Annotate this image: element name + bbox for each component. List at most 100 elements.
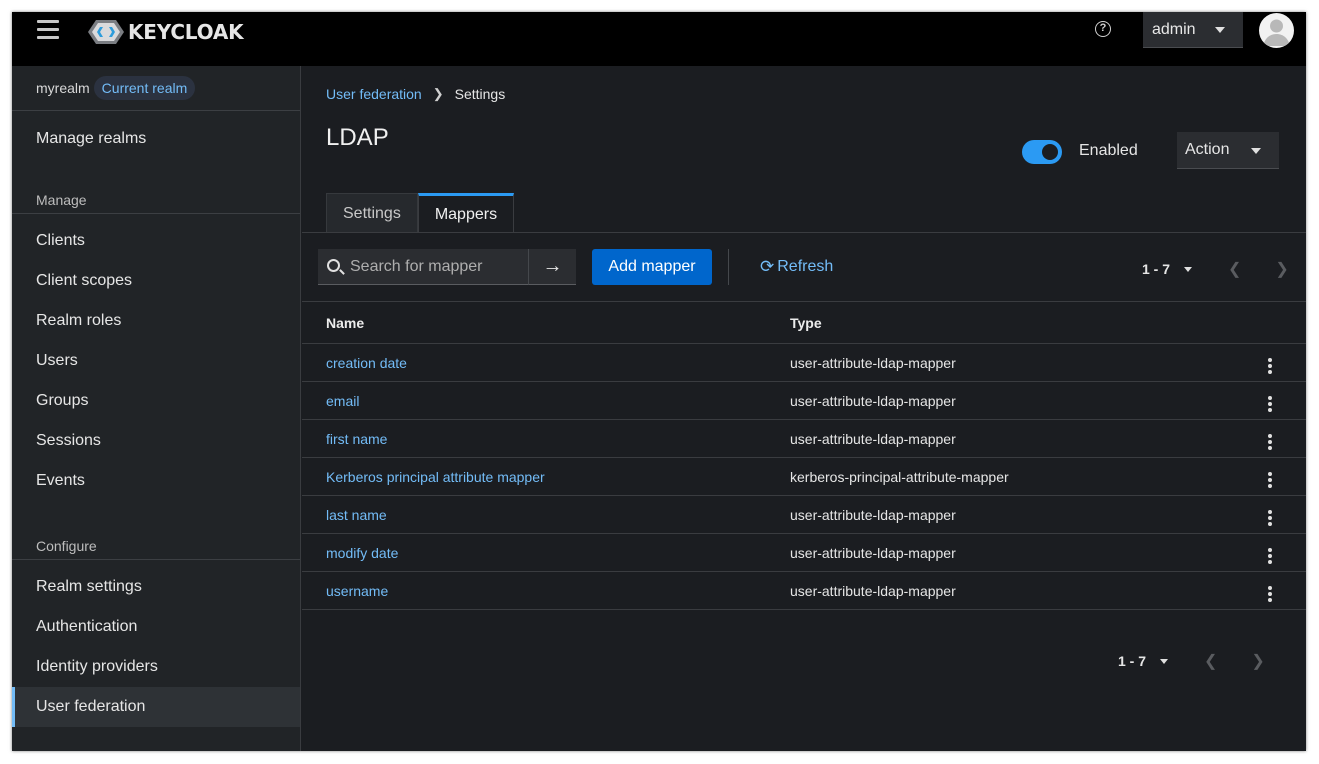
pagination-count[interactable]: 1 - 7	[1142, 261, 1170, 277]
arrow-right-icon: →	[542, 255, 563, 277]
table-row: creation date user-attribute-ldap-mapper	[302, 343, 1306, 382]
sidebar-item-realm-settings[interactable]: Realm settings	[12, 567, 300, 607]
refresh-button[interactable]: ⟳ Refresh	[760, 257, 833, 277]
avatar[interactable]	[1259, 13, 1294, 48]
row-actions-cell	[1220, 419, 1306, 458]
column-header-type[interactable]: Type	[790, 301, 1220, 344]
search-submit-button[interactable]: →	[528, 249, 576, 285]
toggle-knob	[1042, 144, 1058, 160]
kebab-icon[interactable]	[1265, 584, 1275, 604]
chevron-down-icon	[1251, 148, 1261, 154]
tab-bar: Settings Mappers	[326, 193, 515, 233]
tab-settings[interactable]: Settings	[326, 193, 418, 233]
chevron-down-icon[interactable]	[1184, 266, 1193, 272]
enabled-toggle-label: Enabled	[1079, 142, 1138, 159]
pagination-bottom: 1 - 7 ❮ ❯	[1118, 651, 1265, 671]
column-header-name[interactable]: Name	[302, 301, 790, 344]
add-mapper-button[interactable]: Add mapper	[592, 249, 712, 285]
logo-text: KEYCLOAK	[128, 20, 244, 44]
action-dropdown-label: Action	[1185, 141, 1230, 158]
kebab-icon[interactable]	[1265, 394, 1275, 414]
mapper-name-cell: first name	[302, 419, 790, 458]
angle-left-icon[interactable]: ❮	[1228, 259, 1241, 279]
row-actions-cell	[1220, 381, 1306, 420]
angle-right-icon[interactable]: ❯	[1275, 259, 1288, 279]
help-icon[interactable]: ?	[1095, 21, 1111, 37]
sidebar-section-configure: Configure	[12, 522, 300, 560]
enabled-toggle[interactable]	[1022, 140, 1062, 164]
mapper-name-link[interactable]: Kerberos principal attribute mapper	[326, 469, 545, 485]
sidebar-item-authentication[interactable]: Authentication	[12, 607, 300, 647]
kebab-icon[interactable]	[1265, 546, 1275, 566]
sidebar-item-identity-providers[interactable]: Identity providers	[12, 647, 300, 687]
sidebar-item-clients[interactable]: Clients	[12, 221, 300, 261]
table-header-row: Name Type	[302, 301, 1306, 344]
row-actions-cell	[1220, 571, 1306, 610]
kebab-icon[interactable]	[1265, 470, 1275, 490]
mapper-name-link[interactable]: creation date	[326, 355, 407, 371]
mapper-type-cell: user-attribute-ldap-mapper	[790, 419, 1220, 458]
column-header-actions	[1220, 301, 1306, 344]
row-actions-cell	[1220, 457, 1306, 496]
search-box	[318, 249, 528, 285]
mapper-name-cell: email	[302, 381, 790, 420]
mapper-toolbar: → Add mapper ⟳ Refresh 1 - 7 ❮ ❯	[302, 249, 1306, 285]
chevron-down-icon[interactable]	[1160, 658, 1169, 664]
search-input[interactable]	[350, 249, 520, 284]
realm-selector[interactable]: myrealm Current realm	[12, 66, 300, 111]
kebab-icon[interactable]	[1265, 356, 1275, 376]
kebab-icon[interactable]	[1265, 508, 1275, 528]
breadcrumb-user-federation[interactable]: User federation	[326, 86, 422, 102]
mappers-table: Name Type creation date user-attribute-l…	[302, 301, 1306, 610]
mapper-name-cell: Kerberos principal attribute mapper	[302, 457, 790, 496]
user-menu-label: admin	[1152, 20, 1196, 38]
keycloak-logo[interactable]: KEYCLOAK	[88, 18, 244, 46]
mapper-name-cell: last name	[302, 495, 790, 534]
row-actions-cell	[1220, 343, 1306, 382]
sidebar-item-groups[interactable]: Groups	[12, 381, 300, 421]
mapper-name-link[interactable]: last name	[326, 507, 387, 523]
sidebar-item-sessions[interactable]: Sessions	[12, 421, 300, 461]
search-icon	[327, 259, 340, 272]
mapper-name-link[interactable]: username	[326, 583, 388, 599]
kebab-icon[interactable]	[1265, 432, 1275, 452]
mapper-name-link[interactable]: email	[326, 393, 359, 409]
mapper-name-link[interactable]: first name	[326, 431, 387, 447]
row-actions-cell	[1220, 495, 1306, 534]
main-content: User federation ❯ Settings LDAP Enabled …	[302, 66, 1306, 751]
mapper-type-cell: user-attribute-ldap-mapper	[790, 381, 1220, 420]
pagination-count[interactable]: 1 - 7	[1118, 653, 1146, 669]
mapper-type-cell: user-attribute-ldap-mapper	[790, 343, 1220, 382]
table-row: modify date user-attribute-ldap-mapper	[302, 533, 1306, 572]
tab-mappers[interactable]: Mappers	[417, 193, 515, 233]
sidebar-item-user-federation[interactable]: User federation	[12, 687, 300, 727]
sidebar: myrealm Current realm Manage realms Mana…	[12, 66, 301, 751]
mapper-type-cell: user-attribute-ldap-mapper	[790, 495, 1220, 534]
sidebar-item-events[interactable]: Events	[12, 461, 300, 501]
table-row: username user-attribute-ldap-mapper	[302, 571, 1306, 610]
pagination-top: 1 - 7 ❮ ❯	[1142, 259, 1289, 279]
mapper-name-cell: creation date	[302, 343, 790, 382]
sidebar-item-client-scopes[interactable]: Client scopes	[12, 261, 300, 301]
angle-right-icon[interactable]: ❯	[1251, 651, 1264, 671]
row-actions-cell	[1220, 533, 1306, 572]
current-realm-badge: Current realm	[93, 76, 196, 100]
sidebar-item-realm-roles[interactable]: Realm roles	[12, 301, 300, 341]
chevron-right-icon: ❯	[432, 86, 444, 101]
action-dropdown[interactable]: Action	[1177, 132, 1279, 169]
mapper-name-link[interactable]: modify date	[326, 545, 398, 561]
sidebar-item-manage-realms[interactable]: Manage realms	[12, 119, 300, 159]
table-row: first name user-attribute-ldap-mapper	[302, 419, 1306, 458]
tabs-divider	[302, 232, 1306, 233]
keycloak-logo-icon	[88, 20, 124, 44]
table-row: Kerberos principal attribute mapper kerb…	[302, 457, 1306, 496]
mapper-name-cell: modify date	[302, 533, 790, 572]
refresh-icon: ⟳	[760, 257, 775, 277]
angle-left-icon[interactable]: ❮	[1204, 651, 1217, 671]
realm-name: myrealm	[36, 80, 90, 96]
sidebar-section-manage: Manage	[12, 176, 300, 214]
hamburger-icon[interactable]	[37, 20, 59, 42]
user-menu-dropdown[interactable]: admin	[1143, 12, 1243, 48]
sidebar-item-users[interactable]: Users	[12, 341, 300, 381]
masthead: KEYCLOAK ? admin	[12, 12, 1306, 66]
